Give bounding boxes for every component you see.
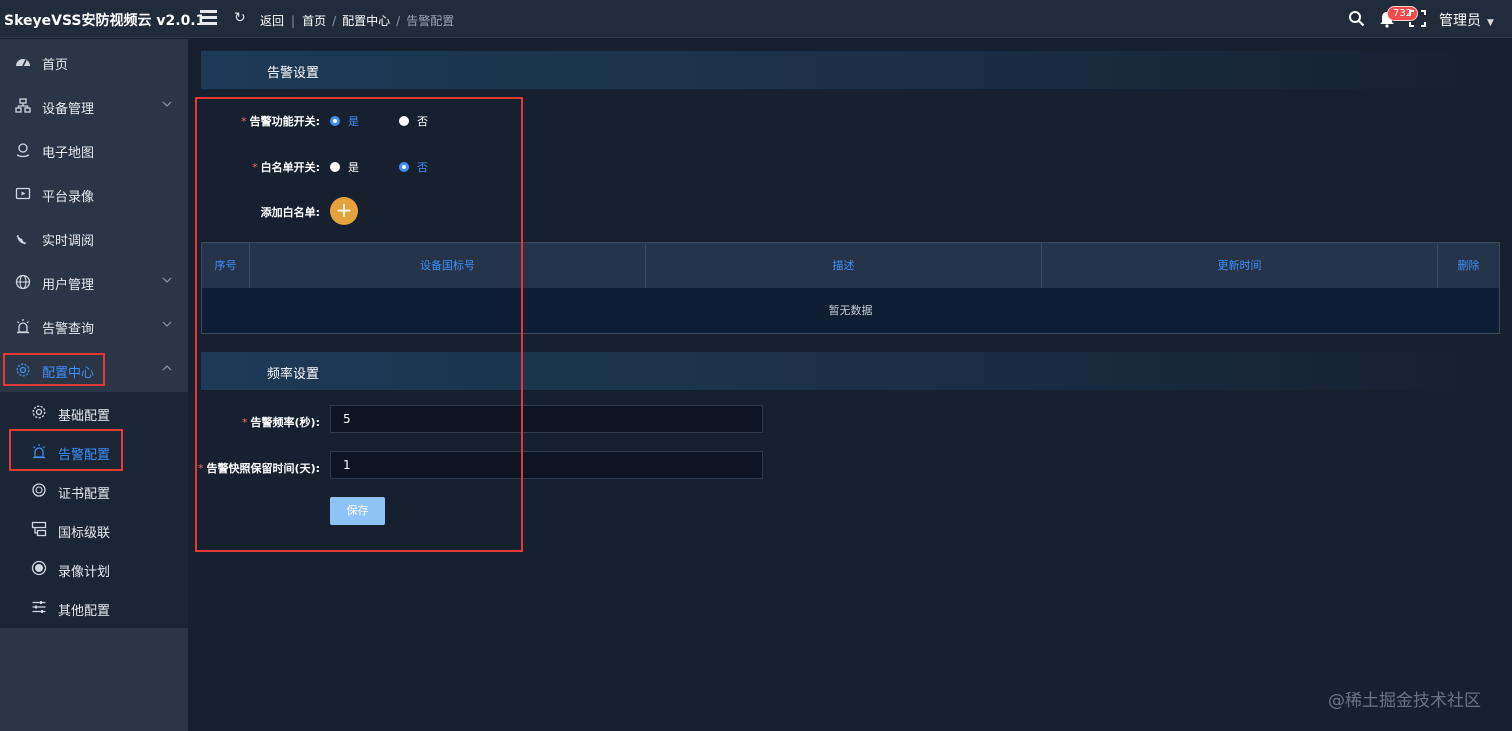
- app-title: SkeyeVSS安防视频云 v2.0.1: [4, 13, 206, 29]
- sidebar-item-home[interactable]: 首页: [0, 42, 188, 82]
- user-menu[interactable]: 管理员 ▼: [1439, 10, 1494, 30]
- alarm-settings-header: 告警设置: [201, 51, 1500, 89]
- submenu-item-label: 录像计划: [58, 565, 111, 580]
- certificate-icon: [32, 483, 46, 497]
- record-icon: [31, 560, 47, 576]
- highlight-box-form: [195, 97, 523, 552]
- main-content: 告警设置 * 告警功能开关: 是 否 * 白名单开关: 是 否 添加白名单: + 序…: [188, 39, 1512, 731]
- submenu-item-label: 基础配置: [58, 409, 111, 424]
- menu-toggle-icon[interactable]: [200, 10, 217, 27]
- satellite-icon: [16, 234, 27, 245]
- sidebar-item-label: 用户管理: [42, 278, 95, 293]
- sidebar-item-live-view[interactable]: 实时调阅: [0, 218, 188, 258]
- sidebar-item-alarm-query[interactable]: 告警查询: [0, 306, 188, 346]
- watermark: @稀土掘金技术社区: [1328, 691, 1481, 711]
- submenu-item-label: 证书配置: [58, 487, 111, 502]
- config-submenu: 基础配置 告警配置 证书配置 国标级联 录像计划 其他配置: [0, 392, 188, 628]
- sidebar-item-label: 设备管理: [42, 102, 95, 117]
- sidebar-item-label: 电子地图: [42, 146, 95, 161]
- breadcrumb-back[interactable]: 返回: [260, 14, 284, 28]
- submenu-item-basic-config[interactable]: 基础配置: [0, 393, 188, 432]
- sidebar-item-label: 告警查询: [42, 322, 95, 337]
- breadcrumb-home[interactable]: 首页: [302, 14, 326, 28]
- chevron-down-icon: [162, 277, 172, 283]
- sidebar-item-label: 实时调阅: [42, 234, 95, 249]
- map-pin-icon: [16, 143, 30, 158]
- submenu-item-label: 其他配置: [58, 604, 111, 619]
- sidebar-item-map[interactable]: 电子地图: [0, 130, 188, 170]
- highlight-box-config-center: [3, 353, 105, 386]
- column-header: 更新时间: [1042, 243, 1438, 288]
- breadcrumb: 返回 | 首页 / 配置中心 / 告警配置: [260, 14, 455, 28]
- column-header: 描述: [646, 243, 1042, 288]
- submenu-item-record-plan[interactable]: 录像计划: [0, 549, 188, 588]
- cascade-icon: [31, 521, 47, 537]
- highlight-box-alarm-config: [9, 429, 123, 471]
- refresh-icon[interactable]: ↻: [234, 10, 246, 26]
- breadcrumb-section[interactable]: 配置中心: [342, 14, 390, 28]
- video-icon: [15, 187, 31, 200]
- submenu-item-other-config[interactable]: 其他配置: [0, 588, 188, 627]
- submenu-item-label: 国标级联: [58, 526, 111, 541]
- gear-icon: [32, 405, 46, 419]
- submenu-item-certificate-config[interactable]: 证书配置: [0, 471, 188, 510]
- sliders-icon: [32, 601, 46, 613]
- sidebar-item-recordings[interactable]: 平台录像: [0, 174, 188, 214]
- user-name: 管理员: [1439, 13, 1481, 29]
- top-bar: SkeyeVSS安防视频云 v2.0.1 ↻ 返回 | 首页 / 配置中心 / 告警配置 7…: [0, 0, 1512, 38]
- sidebar-item-device-management[interactable]: 设备管理: [0, 86, 188, 126]
- device-tree-icon: [15, 98, 31, 113]
- section-title: 告警设置: [267, 66, 320, 81]
- fullscreen-icon[interactable]: [1409, 10, 1426, 27]
- sidebar: 首页 设备管理 电子地图 平台录像 实时调阅 用户管理 告警查询 配置中心 基础…: [0, 39, 188, 731]
- chevron-up-icon: [162, 365, 172, 371]
- submenu-item-gb-cascade[interactable]: 国标级联: [0, 510, 188, 549]
- breadcrumb-current: 告警配置: [406, 14, 455, 28]
- sidebar-item-label: 平台录像: [42, 190, 95, 205]
- globe-icon: [15, 274, 31, 290]
- column-header: 删除: [1457, 259, 1480, 272]
- sidebar-item-users[interactable]: 用户管理: [0, 262, 188, 302]
- sidebar-item-label: 首页: [42, 58, 69, 73]
- dashboard-icon: [16, 59, 30, 67]
- chevron-down-icon: ▼: [1487, 18, 1494, 28]
- search-icon[interactable]: [1348, 10, 1365, 27]
- chevron-down-icon: [162, 321, 172, 327]
- alarm-icon: [17, 319, 29, 334]
- chevron-down-icon: [162, 101, 172, 107]
